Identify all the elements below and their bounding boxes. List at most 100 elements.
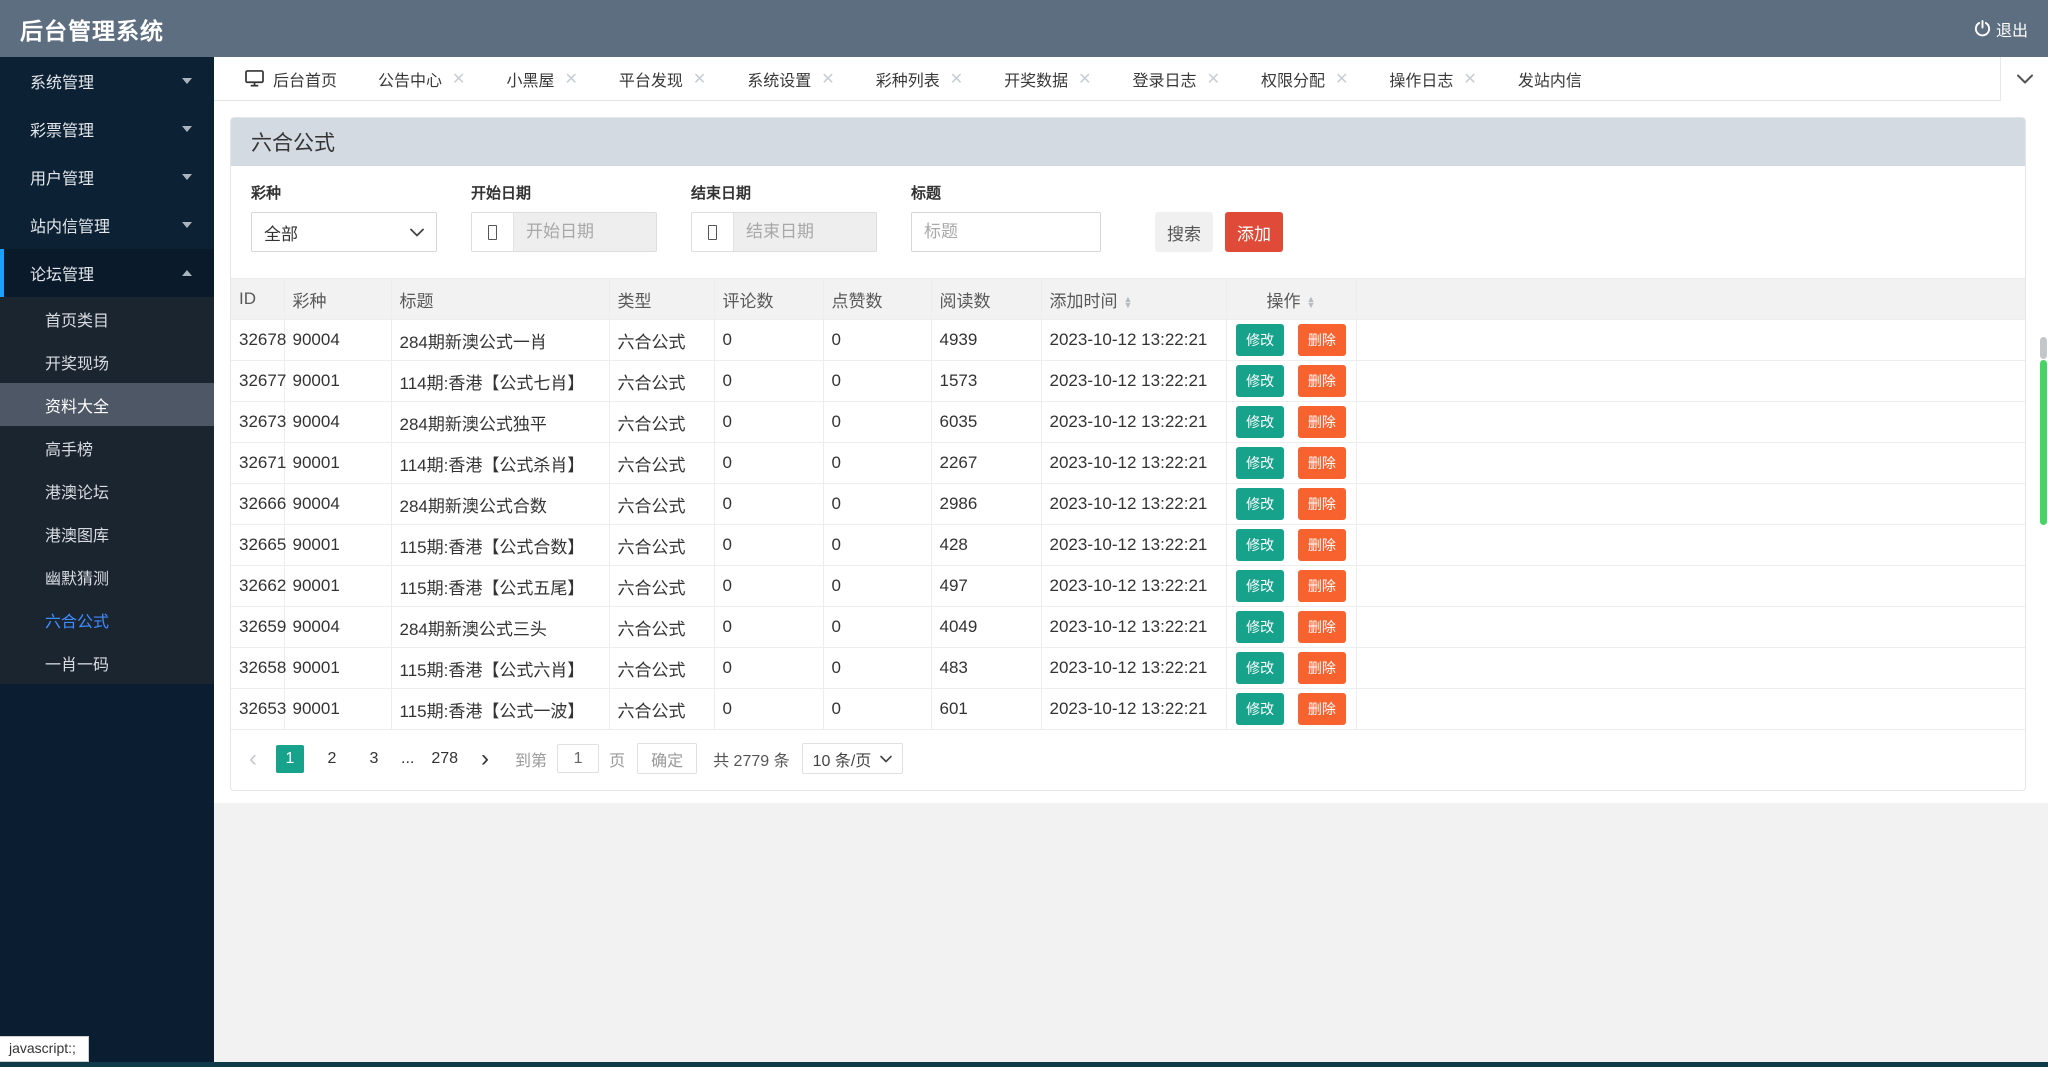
prev-page-button[interactable]: ‹	[249, 747, 257, 771]
submenu-item-humor-guess[interactable]: 幽默猜测	[0, 555, 214, 598]
page-button-2[interactable]: 2	[318, 745, 346, 773]
col-header-time[interactable]: 添加时间▲▼	[1041, 279, 1226, 320]
delete-button[interactable]: 删除	[1298, 488, 1346, 520]
submenu-item-hk-gallery[interactable]: 港澳图库	[0, 512, 214, 555]
close-icon[interactable]: ✕	[1078, 69, 1091, 89]
delete-button[interactable]: 删除	[1298, 365, 1346, 397]
edit-button[interactable]: 修改	[1236, 365, 1284, 397]
edit-button[interactable]: 修改	[1236, 324, 1284, 356]
goto-page-input[interactable]	[557, 744, 599, 773]
edit-button[interactable]: 修改	[1236, 570, 1284, 602]
cell-likes: 0	[823, 648, 931, 689]
submenu-item-liuhe-formula[interactable]: 六合公式	[0, 598, 214, 641]
tab-label: 登录日志	[1133, 67, 1197, 91]
delete-button[interactable]: 删除	[1298, 324, 1346, 356]
tab-overflow-dropdown[interactable]	[2000, 57, 2048, 101]
tab-send-message[interactable]: 发站内信	[1518, 67, 1582, 91]
edit-button[interactable]: 修改	[1236, 447, 1284, 479]
delete-button[interactable]: 删除	[1298, 406, 1346, 438]
title-input[interactable]	[911, 212, 1101, 252]
filter-end-date: 结束日期	[691, 182, 877, 252]
cell-time: 2023-10-12 13:22:21	[1041, 361, 1226, 402]
edit-button[interactable]: 修改	[1236, 529, 1284, 561]
edit-button[interactable]: 修改	[1236, 652, 1284, 684]
close-icon[interactable]: ✕	[693, 69, 706, 89]
tab-blackroom[interactable]: 小黑屋✕	[506, 67, 577, 91]
logout-button[interactable]: 退出	[1973, 17, 2028, 41]
sidebar-item-system[interactable]: 系统管理	[0, 57, 214, 105]
cell-likes: 0	[823, 689, 931, 730]
tab-lottery-list[interactable]: 彩种列表✕	[876, 67, 963, 91]
cell-time: 2023-10-12 13:22:21	[1041, 484, 1226, 525]
cell-type: 六合公式	[609, 402, 714, 443]
tab-platform-discover[interactable]: 平台发现✕	[619, 67, 706, 91]
submenu-item-draw-live[interactable]: 开奖现场	[0, 340, 214, 383]
sidebar-item-messages[interactable]: 站内信管理	[0, 201, 214, 249]
edit-button[interactable]: 修改	[1236, 611, 1284, 643]
close-icon[interactable]: ✕	[1207, 69, 1220, 89]
table-row: 32678 90004 284期新澳公式一肖 六合公式 0 0 4939 202…	[231, 320, 2025, 361]
delete-button[interactable]: 删除	[1298, 570, 1346, 602]
scrollbar-thumb[interactable]	[2040, 360, 2047, 525]
browser-status-tooltip: javascript:;	[0, 1036, 89, 1062]
tab-draw-data[interactable]: 开奖数据✕	[1004, 67, 1091, 91]
submenu-item-hk-forum[interactable]: 港澳论坛	[0, 469, 214, 512]
cell-actions: 修改 删除	[1226, 525, 1356, 566]
close-icon[interactable]: ✕	[564, 69, 577, 89]
search-button[interactable]: 搜索	[1155, 212, 1213, 252]
cell-likes: 0	[823, 525, 931, 566]
close-icon[interactable]: ✕	[1335, 69, 1348, 89]
tab-label: 系统设置	[747, 67, 811, 91]
tab-operation-log[interactable]: 操作日志✕	[1389, 67, 1476, 91]
tab-system-settings[interactable]: 系统设置 ✕	[747, 67, 834, 91]
page-button-1[interactable]: 1	[276, 745, 304, 773]
edit-button[interactable]: 修改	[1236, 488, 1284, 520]
cell-likes: 0	[823, 320, 931, 361]
close-icon[interactable]: ✕	[1463, 69, 1476, 89]
submenu-label: 港澳图库	[45, 522, 109, 546]
tab-permissions[interactable]: 权限分配✕	[1261, 67, 1348, 91]
delete-button[interactable]: 删除	[1298, 693, 1346, 725]
close-icon[interactable]: ✕	[821, 69, 834, 89]
submenu-item-experts[interactable]: 高手榜	[0, 426, 214, 469]
cell-reads: 601	[931, 689, 1041, 730]
col-header-id: ID	[231, 279, 284, 320]
cell-reads: 1573	[931, 361, 1041, 402]
delete-button[interactable]: 删除	[1298, 652, 1346, 684]
page-size-select[interactable]: 10 条/页	[802, 743, 904, 774]
next-page-button[interactable]: ›	[481, 747, 489, 771]
end-date-field[interactable]	[691, 212, 877, 252]
delete-button[interactable]: 删除	[1298, 611, 1346, 643]
submenu-item-home-category[interactable]: 首页类目	[0, 297, 214, 340]
goto-confirm-button[interactable]: 确定	[637, 743, 697, 774]
cell-time: 2023-10-12 13:22:21	[1041, 320, 1226, 361]
tab-home[interactable]: 后台首页	[245, 67, 337, 91]
page-button-last[interactable]: 278	[427, 745, 462, 773]
col-header-actions[interactable]: 操作▲▼	[1226, 279, 1356, 320]
cell-type: 六合公式	[609, 648, 714, 689]
submenu-item-materials[interactable]: 资料大全	[0, 383, 214, 426]
sort-icon[interactable]: ▲▼	[1307, 296, 1316, 308]
sidebar-item-forum[interactable]: 论坛管理	[0, 249, 214, 297]
add-button[interactable]: 添加	[1225, 212, 1283, 252]
start-date-field[interactable]	[471, 212, 657, 252]
edit-button[interactable]: 修改	[1236, 693, 1284, 725]
sidebar-item-users[interactable]: 用户管理	[0, 153, 214, 201]
end-date-input[interactable]	[734, 213, 876, 251]
submenu-item-yixiao-yima[interactable]: 一肖一码	[0, 641, 214, 684]
table-row: 32659 90004 284期新澳公式三头 六合公式 0 0 4049 202…	[231, 607, 2025, 648]
page-button-3[interactable]: 3	[360, 745, 388, 773]
scrollbar-cap[interactable]	[2040, 337, 2047, 359]
close-icon[interactable]: ✕	[452, 69, 465, 89]
close-icon[interactable]: ✕	[950, 69, 963, 89]
delete-button[interactable]: 删除	[1298, 529, 1346, 561]
cell-empty	[1356, 607, 2025, 648]
tab-login-log[interactable]: 登录日志 ✕	[1133, 67, 1220, 91]
lottery-select[interactable]: 全部	[251, 212, 437, 252]
edit-button[interactable]: 修改	[1236, 406, 1284, 438]
tab-announcements[interactable]: 公告中心✕	[378, 67, 465, 91]
sort-icon[interactable]: ▲▼	[1124, 296, 1133, 308]
delete-button[interactable]: 删除	[1298, 447, 1346, 479]
start-date-input[interactable]	[514, 213, 656, 251]
sidebar-item-lottery[interactable]: 彩票管理	[0, 105, 214, 153]
